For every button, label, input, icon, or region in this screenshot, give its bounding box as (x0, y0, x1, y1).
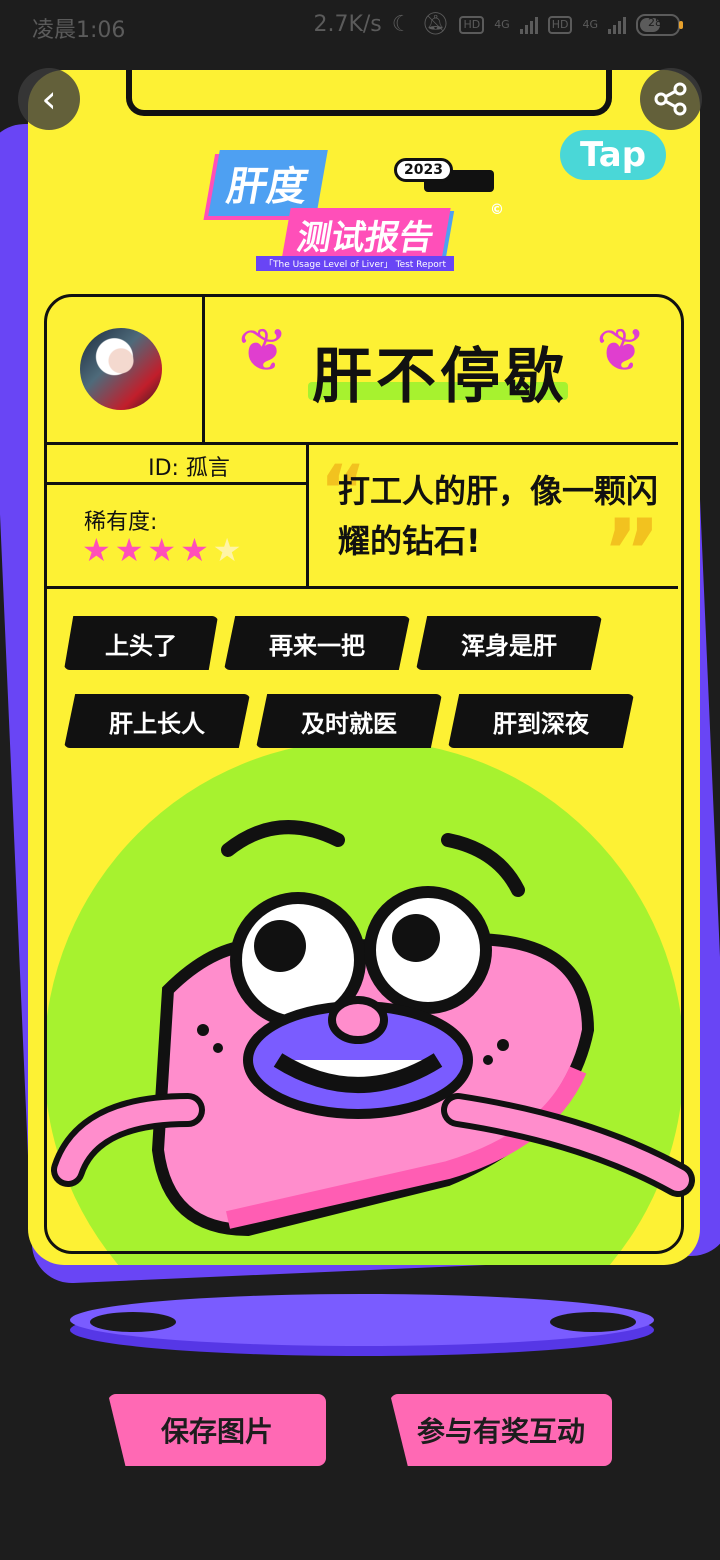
save-image-button[interactable]: 保存图片 (108, 1394, 326, 1466)
signal-icon (608, 16, 626, 34)
network-type: 4G (582, 18, 598, 31)
pedestal-hole (90, 1312, 176, 1332)
status-time: 凌晨1:06 (32, 18, 126, 43)
battery-icon: 28 (636, 13, 683, 36)
status-icons: 2.7K/s ☾ 🔕︎ HD 4G HD 4G 28 (313, 12, 683, 37)
interact-button[interactable]: 参与有奖互动 (390, 1394, 612, 1466)
pedestal-hole (550, 1312, 636, 1332)
signal-icon (519, 16, 538, 34)
hd-badge: HD (547, 15, 573, 34)
liver-mascot (51, 820, 695, 1237)
chevron-left-icon: ‹ (41, 77, 57, 121)
share-button[interactable] (640, 68, 702, 130)
share-icon (654, 82, 687, 116)
report-card: 肝度 2023 测试报告 © 「The Usage Level of Liver… (28, 70, 700, 1265)
mute-bell-icon: 🔕︎ (421, 12, 450, 37)
network-speed: 2.7K/s (313, 12, 382, 37)
back-button[interactable]: ‹ (18, 68, 80, 130)
status-bar: 凌晨1:06 2.7K/s ☾ 🔕︎ HD 4G HD 4G 28 (0, 0, 720, 50)
network-type: 4G (494, 18, 510, 31)
battery-level: 28 (648, 15, 662, 29)
moon-icon: ☾ (391, 12, 412, 37)
hd-badge: HD (459, 15, 485, 34)
